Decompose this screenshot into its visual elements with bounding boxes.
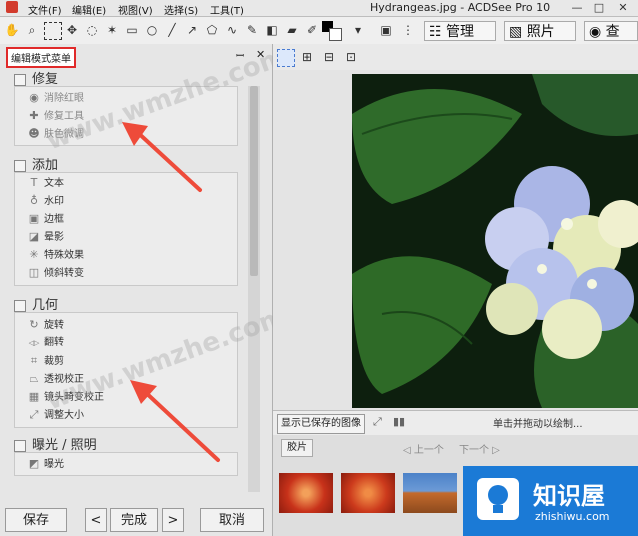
chevron-right-icon: ▷: [489, 445, 500, 456]
minimize-button[interactable]: —: [568, 1, 586, 15]
color-picker-icon[interactable]: ▾: [350, 22, 366, 38]
filmstrip-thumb[interactable]: [279, 473, 333, 513]
eye-icon: ◉: [589, 24, 602, 40]
intersect-selection-icon[interactable]: ⊡: [343, 49, 359, 65]
previous-button[interactable]: <: [85, 508, 107, 532]
filmstrip-thumb[interactable]: [403, 473, 457, 513]
annotation-arrows: [122, 122, 220, 462]
filmstrip-thumb[interactable]: [341, 473, 395, 513]
show-saved-image-button[interactable]: 显示已保存的图像: [277, 414, 365, 434]
filmstrip-next-label: 下一个: [459, 445, 489, 456]
arrow-top: [122, 122, 202, 192]
next-button[interactable]: >: [162, 508, 184, 532]
filmstrip-prev-label: 上一个: [413, 445, 444, 456]
canvas-icon[interactable]: ▣: [378, 22, 394, 38]
overflow-icon[interactable]: ⋮: [400, 22, 416, 38]
maximize-button[interactable]: □: [590, 1, 608, 15]
logo-url: zhishiwu.com: [535, 510, 610, 523]
hydrangea-photo[interactable]: [352, 74, 638, 408]
window-title: Hydrangeas.jpg - ACDSee Pro 10: [370, 1, 551, 14]
site-logo: 知识屋 zhishiwu.com: [463, 466, 638, 536]
save-button[interactable]: 保存: [5, 508, 67, 532]
photo-illustration: [352, 74, 638, 408]
photos-mode-label: 照片: [526, 24, 555, 40]
add-selection-icon[interactable]: ⊞: [299, 49, 315, 65]
view-toolbar: ⊞ ⊟ ⊡: [273, 44, 638, 71]
grid-icon: ☷: [429, 24, 442, 40]
status-bar: 显示已保存的图像 ⤢ ▮▮ 单击并拖动以绘制...: [273, 410, 638, 435]
manage-mode-button[interactable]: ☷ 管理: [424, 21, 496, 41]
histogram-icon[interactable]: ▮▮: [393, 415, 405, 428]
chevron-left-icon: ◁: [403, 445, 414, 456]
close-button[interactable]: ✕: [614, 1, 632, 15]
filmstrip-prev[interactable]: ◁ 上一个: [403, 441, 444, 456]
lightbulb-icon: [477, 478, 519, 520]
view-mode-button[interactable]: ◉ 查看: [584, 21, 638, 60]
done-button[interactable]: 完成: [110, 508, 158, 532]
filmstrip-next[interactable]: 下一个 ▷: [459, 441, 500, 456]
eyedropper-icon[interactable]: ✐: [304, 22, 320, 38]
subtract-selection-icon[interactable]: ⊟: [321, 49, 337, 65]
fit-icon[interactable]: ⤢: [373, 415, 382, 429]
cancel-button[interactable]: 取消: [200, 508, 264, 532]
photos-mode-button[interactable]: ▧ 照片: [504, 21, 576, 41]
manage-mode-label: 管理: [446, 24, 475, 40]
logo-name: 知识屋: [533, 482, 605, 510]
filmstrip-tab[interactable]: 胶片: [281, 439, 313, 457]
eraser-icon[interactable]: ▰: [284, 22, 300, 38]
status-hint: 单击并拖动以绘制...: [493, 419, 583, 430]
background-color-swatch[interactable]: [329, 28, 342, 41]
arrow-bottom: [130, 380, 220, 462]
select-all-icon[interactable]: [277, 49, 295, 67]
photo-icon: ▧: [509, 24, 523, 40]
